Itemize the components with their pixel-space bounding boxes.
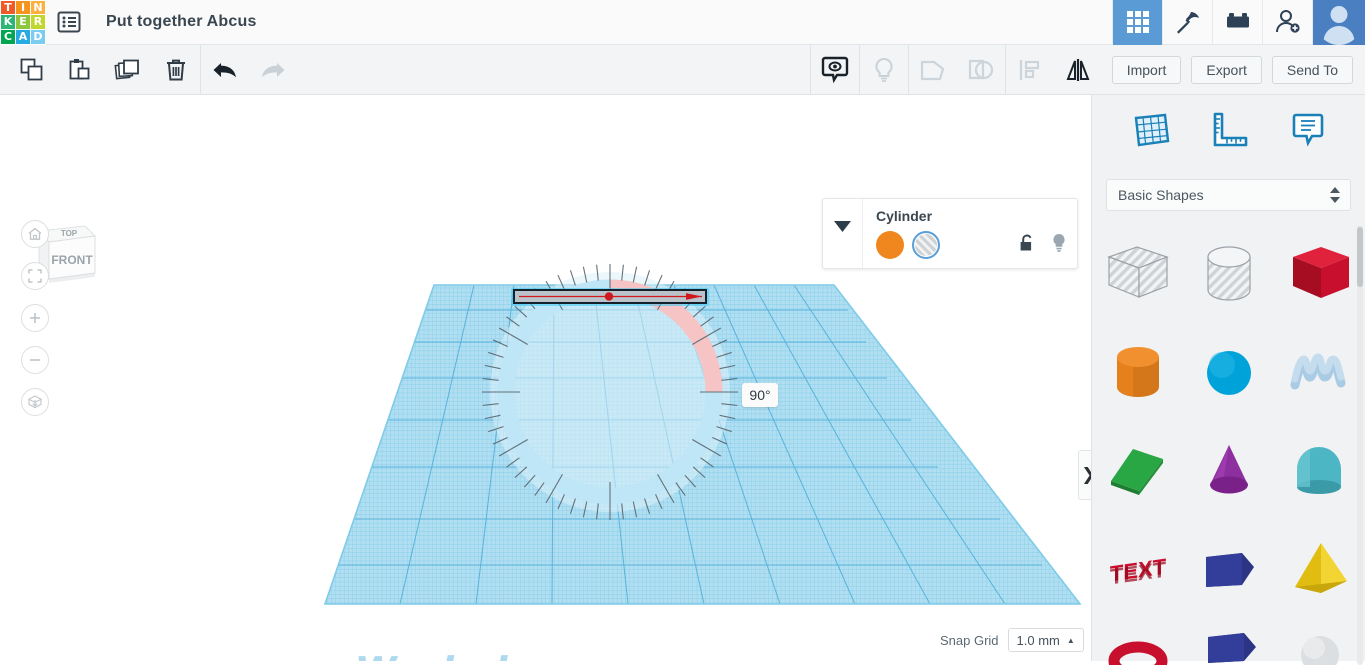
- scribble-shape[interactable]: [1274, 323, 1365, 421]
- snap-grid-label: Snap Grid: [940, 632, 999, 648]
- lego-brick-icon[interactable]: [1212, 0, 1262, 45]
- tinkercad-logo[interactable]: T I N K E R C A D: [0, 0, 46, 45]
- ruler-tool-icon[interactable]: [1204, 106, 1254, 154]
- logo-letter: N: [31, 0, 45, 15]
- cylinder-shape[interactable]: [1092, 323, 1183, 421]
- paste-icon[interactable]: [56, 45, 104, 94]
- top-bar-right-tools: [1112, 0, 1365, 45]
- logo-letter: D: [31, 29, 45, 44]
- torus-shape[interactable]: [1092, 617, 1183, 665]
- user-avatar[interactable]: [1312, 0, 1365, 45]
- gallery-grid-icon[interactable]: [1112, 0, 1162, 45]
- box-hole-shape[interactable]: [1092, 225, 1183, 323]
- ungroup-icon[interactable]: [957, 45, 1005, 94]
- polygon2-shape[interactable]: [1183, 617, 1274, 665]
- cone-shape[interactable]: [1183, 421, 1274, 519]
- roof-shape[interactable]: [1274, 421, 1365, 519]
- sphere-shape[interactable]: [1183, 323, 1274, 421]
- shape-category-select[interactable]: Basic Shapes: [1106, 179, 1351, 211]
- solid-color-swatch[interactable]: [876, 231, 904, 259]
- note-tool-icon[interactable]: [1283, 106, 1333, 154]
- svg-text:FRONT: FRONT: [51, 253, 93, 267]
- perspective-toggle-button[interactable]: [21, 388, 49, 416]
- send-to-button[interactable]: Send To: [1271, 55, 1353, 84]
- snap-grid-value: 1.0 mm: [1016, 632, 1060, 648]
- 3d-canvas[interactable]: Workplane 90° TOP FRONT: [0, 95, 1091, 661]
- redo-arrow-icon[interactable]: [249, 45, 297, 94]
- chevron-down-icon[interactable]: [823, 199, 863, 268]
- polygon-shape[interactable]: [1183, 519, 1274, 617]
- pickaxe-icon[interactable]: [1162, 0, 1212, 45]
- home-view-button[interactable]: [21, 220, 49, 248]
- copy-icon[interactable]: [8, 45, 56, 94]
- panel-collapse-handle[interactable]: ❯: [1078, 450, 1091, 500]
- logo-letter: T: [1, 0, 15, 15]
- note-bubble-icon[interactable]: [811, 45, 859, 94]
- object-properties-panel: Cylinder: [822, 198, 1078, 269]
- top-bar: T I N K E R C A D Put together Abcus: [0, 0, 1365, 45]
- shapes-grid: TEXT TEXT: [1092, 225, 1365, 665]
- selected-object: [511, 288, 709, 306]
- workplane-tool-icon[interactable]: [1125, 106, 1175, 154]
- protractor-ticks: [482, 264, 738, 520]
- avatar: [1316, 0, 1362, 45]
- shapes-scrollbar-thumb[interactable]: [1357, 227, 1363, 287]
- rotation-angle-badge: 90°: [742, 383, 778, 407]
- object-panel-icons: [1019, 232, 1067, 259]
- list-menu-icon[interactable]: [46, 0, 92, 45]
- avatar-body: [1323, 26, 1355, 45]
- pyramid-shape[interactable]: [1274, 519, 1365, 617]
- zoom-in-button[interactable]: [21, 304, 49, 332]
- svg-text:TOP: TOP: [61, 229, 78, 238]
- logo-letter: A: [16, 29, 30, 44]
- right-panel: Basic Shapes TEXT TEXT: [1091, 95, 1365, 665]
- hole-swatch[interactable]: [912, 231, 940, 259]
- shape-category-value: Basic Shapes: [1118, 187, 1204, 203]
- caret-up-icon: ▲: [1066, 635, 1075, 645]
- text-shape[interactable]: TEXT TEXT: [1092, 519, 1183, 617]
- align-icon[interactable]: [1006, 45, 1054, 94]
- edit-toolbar: Import Export Send To: [0, 45, 1365, 95]
- shapes-scrollbar-track[interactable]: [1357, 225, 1363, 665]
- shapes-gallery[interactable]: TEXT TEXT: [1092, 225, 1365, 665]
- zoom-out-button[interactable]: [21, 346, 49, 374]
- document-title[interactable]: Put together Abcus: [106, 13, 257, 31]
- avatar-head: [1330, 6, 1348, 23]
- snap-grid-select[interactable]: 1.0 mm ▲: [1007, 628, 1084, 652]
- cylinder-hole-shape[interactable]: [1183, 225, 1274, 323]
- logo-letter: I: [16, 0, 30, 15]
- logo-letter: K: [1, 15, 15, 29]
- duplicate-icon[interactable]: [104, 45, 152, 94]
- group-icon[interactable]: [909, 45, 957, 94]
- export-button[interactable]: Export: [1191, 55, 1262, 84]
- wedge-shape[interactable]: [1092, 421, 1183, 519]
- stepper-icon: [1330, 187, 1340, 203]
- logo-letter: E: [16, 15, 30, 29]
- halfsphere-shape[interactable]: [1274, 617, 1365, 665]
- import-button[interactable]: Import: [1111, 55, 1182, 84]
- logo-letter: C: [1, 29, 15, 44]
- lightbulb-icon[interactable]: [860, 45, 908, 94]
- lightbulb-icon[interactable]: [1051, 232, 1067, 259]
- snap-grid-row: Snap Grid 1.0 mm ▲: [940, 628, 1084, 652]
- fit-view-button[interactable]: [21, 262, 49, 290]
- mirror-icon[interactable]: [1054, 45, 1102, 94]
- add-person-icon[interactable]: [1262, 0, 1312, 45]
- logo-letter: R: [31, 15, 45, 29]
- right-panel-tools: [1092, 95, 1365, 165]
- object-name: Cylinder: [876, 208, 933, 224]
- unlock-icon[interactable]: [1019, 233, 1035, 258]
- tinkercad-app: T I N K E R C A D Put together Abcus Imp…: [0, 0, 1365, 665]
- object-panel-body: Cylinder: [863, 199, 1077, 268]
- box-shape[interactable]: [1274, 225, 1365, 323]
- workplane-label: Workplane: [351, 650, 592, 661]
- workplane-scene: [323, 264, 1082, 605]
- trash-icon[interactable]: [152, 45, 200, 94]
- undo-arrow-icon[interactable]: [201, 45, 249, 94]
